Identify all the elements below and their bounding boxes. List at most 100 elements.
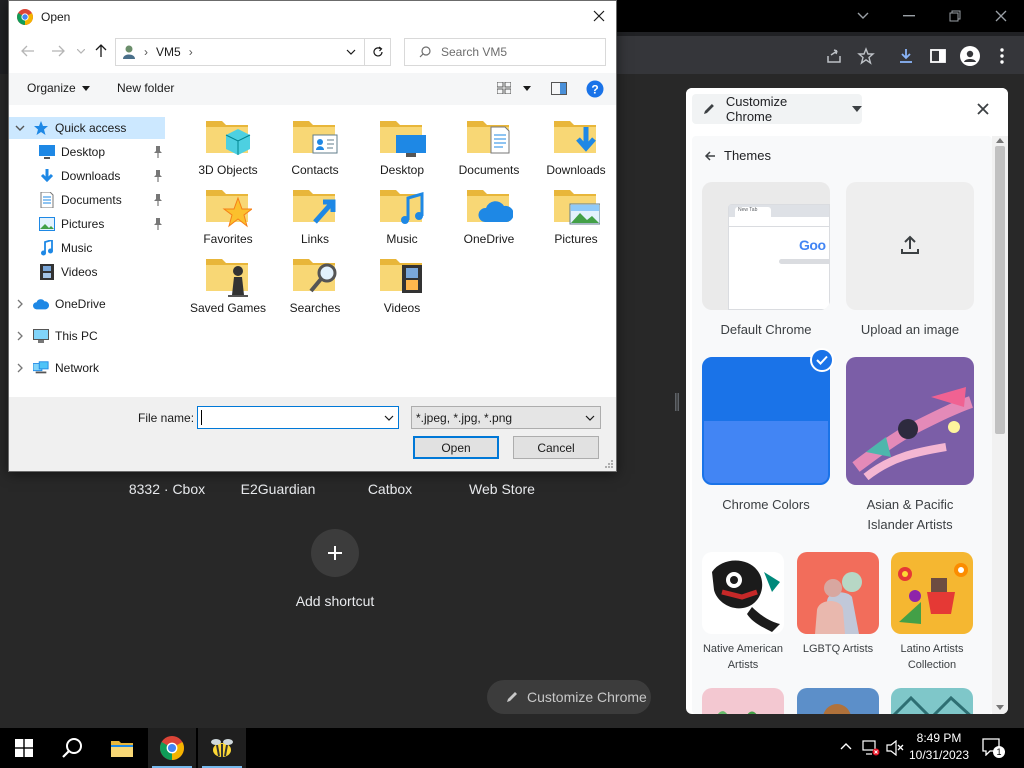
start-button[interactable]: [0, 728, 48, 768]
theme-card-asian-pacific-islander-artists[interactable]: [846, 357, 974, 485]
shortcut-catbox[interactable]: Catbox: [325, 481, 455, 497]
address-root[interactable]: VM5: [156, 45, 181, 59]
expand-chevron-right-icon[interactable]: [13, 363, 27, 373]
nav-item-videos[interactable]: Videos: [9, 261, 165, 283]
nav-item-desktop[interactable]: Desktop: [9, 141, 165, 163]
folder-desktop[interactable]: Desktop: [359, 113, 445, 178]
nav-item-label: Music: [61, 241, 93, 255]
file-name-dropdown-icon[interactable]: [384, 415, 394, 421]
change-view-button[interactable]: [497, 82, 531, 94]
theme-card-latino-artists-collection[interactable]: [891, 552, 973, 634]
side-panel-scrollbar[interactable]: [992, 136, 1008, 714]
refresh-button[interactable]: [365, 38, 391, 66]
theme-card-lgbtq-artists[interactable]: [797, 552, 879, 634]
taskbar-clock[interactable]: 8:49 PM 10/31/2023: [908, 730, 970, 764]
theme-card-partial[interactable]: [891, 688, 973, 714]
profile-avatar-icon[interactable]: [958, 44, 982, 68]
nav-item-onedrive[interactable]: OneDrive: [9, 293, 165, 315]
side-panel-scroll-thumb[interactable]: [995, 146, 1005, 434]
folder-label: Links: [300, 232, 329, 246]
folder-downloads[interactable]: Downloads: [533, 113, 619, 178]
folder-documents[interactable]: Documents: [446, 113, 532, 178]
folder-saved-games[interactable]: Saved Games: [185, 251, 271, 316]
file-explorer-taskbar-button[interactable]: [98, 728, 146, 768]
side-panel-dropdown[interactable]: Customize Chrome: [692, 94, 862, 124]
add-shortcut-button[interactable]: [311, 529, 359, 577]
folder-videos[interactable]: Videos: [359, 251, 445, 316]
up-arrow-icon[interactable]: [95, 44, 107, 58]
network-status-icon[interactable]: [862, 740, 880, 756]
chrome-taskbar-button[interactable]: [148, 728, 196, 768]
notification-center-button[interactable]: 1: [982, 738, 1005, 758]
search-input[interactable]: Search VM5: [404, 38, 606, 66]
chrome-menu-icon[interactable]: [990, 44, 1014, 68]
back-arrow-icon[interactable]: [21, 45, 35, 57]
nav-item-label: OneDrive: [55, 297, 106, 311]
share-icon[interactable]: [822, 44, 846, 68]
bookmark-star-icon[interactable]: [854, 44, 878, 68]
nav-item-downloads[interactable]: Downloads: [9, 165, 165, 187]
address-bar[interactable]: › VM5 ›: [115, 38, 365, 66]
nav-item-network[interactable]: Network: [9, 357, 165, 379]
folder-3d-objects[interactable]: 3D Objects: [185, 113, 271, 178]
nav-item-documents[interactable]: Documents: [9, 189, 165, 211]
help-button[interactable]: ?: [586, 80, 604, 98]
theme-card-partial[interactable]: [702, 688, 784, 714]
expand-chevron-down-icon[interactable]: [13, 124, 27, 132]
theme-card-native-american-artists[interactable]: [702, 552, 784, 634]
file-name-input[interactable]: [197, 406, 399, 429]
picture-icon: [39, 216, 55, 232]
folder-links[interactable]: Links: [272, 182, 358, 247]
organize-menu[interactable]: Organize: [27, 81, 90, 95]
side-panel-close-icon[interactable]: [974, 100, 992, 118]
forward-arrow-icon[interactable]: [51, 45, 65, 57]
expand-chevron-right-icon[interactable]: [13, 331, 27, 341]
resize-grip-icon[interactable]: [604, 459, 614, 469]
folder-favorites[interactable]: Favorites: [185, 182, 271, 247]
app-taskbar-button[interactable]: [198, 728, 246, 768]
scroll-up-arrow-icon[interactable]: [996, 138, 1004, 143]
new-folder-button[interactable]: New folder: [117, 81, 174, 95]
shortcut-e2guardian[interactable]: E2Guardian: [213, 481, 343, 497]
expand-chevron-right-icon[interactable]: [13, 299, 27, 309]
nav-item-pictures[interactable]: Pictures: [9, 213, 165, 235]
cancel-button[interactable]: Cancel: [513, 436, 599, 459]
nav-item-music[interactable]: Music: [9, 237, 165, 259]
customize-chrome-button[interactable]: Customize Chrome: [487, 680, 651, 714]
desktop-icon: [39, 144, 55, 160]
folder-music[interactable]: Music: [359, 182, 445, 247]
theme-card-default-chrome[interactable]: New Tab Goo: [702, 182, 830, 310]
address-dropdown-icon[interactable]: [346, 49, 356, 55]
theme-card-partial[interactable]: [797, 688, 879, 714]
window-close-icon[interactable]: [978, 4, 1024, 28]
theme-card-upload-image[interactable]: [846, 182, 974, 310]
tab-search-icon[interactable]: [840, 4, 886, 28]
nav-item-quick-access[interactable]: Quick access: [9, 117, 165, 139]
file-type-select[interactable]: *.jpeg, *.jpg, *.png: [411, 406, 601, 429]
volume-muted-icon[interactable]: [886, 740, 904, 756]
folder-onedrive[interactable]: OneDrive: [446, 182, 532, 247]
recent-locations-chevron-icon[interactable]: [77, 49, 85, 54]
folder-pictures[interactable]: Pictures: [533, 182, 619, 247]
side-panel-icon[interactable]: [926, 44, 950, 68]
nav-item-this-pc[interactable]: This PC: [9, 325, 165, 347]
dialog-title-bar[interactable]: Open: [9, 1, 616, 32]
clock-time: 8:49 PM: [916, 731, 962, 745]
folder-label: Searches: [289, 301, 341, 315]
dialog-close-icon[interactable]: [586, 3, 612, 29]
preview-pane-button[interactable]: [551, 82, 567, 95]
minimize-icon[interactable]: [886, 4, 932, 28]
open-button[interactable]: Open: [413, 436, 499, 459]
folder-contacts[interactable]: Contacts: [272, 113, 358, 178]
theme-card-chrome-colors[interactable]: [702, 357, 830, 485]
folder-searches[interactable]: Searches: [272, 251, 358, 316]
side-panel-resize-handle[interactable]: [675, 393, 679, 411]
show-hidden-icons-chevron-icon[interactable]: [840, 742, 852, 750]
taskbar-search-button[interactable]: [48, 728, 96, 768]
download-icon[interactable]: [894, 44, 918, 68]
restore-icon[interactable]: [932, 4, 978, 28]
scroll-down-arrow-icon[interactable]: [996, 705, 1004, 710]
artwork-image: [712, 560, 780, 632]
shortcut-web-store[interactable]: Web Store: [437, 481, 567, 497]
themes-back-button[interactable]: Themes: [704, 148, 771, 163]
